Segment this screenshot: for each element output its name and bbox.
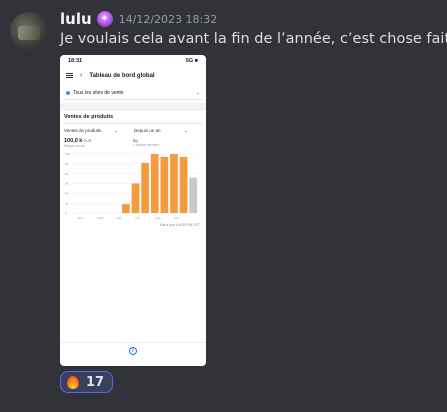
chart-x-tick: sept. bbox=[155, 216, 162, 220]
chevron-down-icon: ⌄ bbox=[184, 128, 188, 133]
chart-bar bbox=[189, 177, 198, 213]
username[interactable]: lulu bbox=[60, 10, 92, 28]
chart-x-tick: juil. bbox=[135, 216, 141, 220]
chart-x-tick: mars bbox=[97, 216, 104, 220]
phone-select-period-label: Depuis un an bbox=[134, 128, 161, 133]
chart-bar bbox=[131, 183, 140, 213]
hamburger-menu-icon bbox=[66, 73, 73, 78]
sales-bar-chart: 10k 9k 8k 6k 4k 2k 0 janv. mars mai juil. sept. nov. bbox=[64, 151, 202, 221]
phone-metric-secondary: kg L.année dernière bbox=[133, 138, 202, 148]
sales-bar-chart-svg: 10k 9k 8k 6k 4k 2k 0 janv. mars mai juil. sept. nov. bbox=[65, 152, 198, 220]
phone-metric2-sub: L.année dernière bbox=[133, 143, 160, 147]
chart-x-tick: nov. bbox=[174, 216, 180, 220]
phone-status-time: 18:31 bbox=[68, 58, 83, 64]
image-attachment[interactable]: 18:31 5G ■ ‹ Tableau de bord global Tous… bbox=[60, 55, 206, 366]
chart-y-tick: 6k bbox=[65, 182, 69, 186]
phone-updated-text: Mis à jour à 6:30 PM CET bbox=[159, 223, 200, 227]
chart-y-tick: 9k bbox=[65, 162, 69, 166]
chart-bar bbox=[150, 154, 159, 213]
phone-status-bar: 18:31 5G ■ bbox=[60, 55, 206, 67]
chart-x-tick: mai bbox=[116, 216, 121, 220]
phone-selects: Ventes de produits ⌄ Depuis un an ⌄ bbox=[64, 128, 202, 134]
chart-bar bbox=[179, 156, 188, 213]
message-text: Je voulais cela avant la fin de l’année,… bbox=[60, 31, 447, 47]
phone-sites-filter: Tous les sites de vente ⌄ bbox=[64, 87, 202, 100]
phone-section-title: Ventes de produits bbox=[64, 114, 202, 124]
chart-x-tick: janv. bbox=[77, 216, 84, 220]
back-arrow-icon: ‹ bbox=[80, 72, 83, 79]
chart-y-tick: 0 bbox=[65, 211, 67, 215]
chevron-down-icon: ⌄ bbox=[114, 128, 118, 133]
phone-divider bbox=[60, 103, 206, 111]
fire-icon bbox=[67, 375, 79, 389]
user-avatar[interactable] bbox=[10, 12, 48, 50]
phone-metric-unit: EUR bbox=[83, 139, 92, 143]
chart-y-tick: 10k bbox=[65, 152, 70, 156]
phone-status-signal: 5G ■ bbox=[185, 58, 198, 64]
phone-select-metric-label: Ventes de produits bbox=[64, 128, 102, 133]
crystal-ball-icon: ✦ bbox=[96, 11, 113, 27]
reaction-count: 17 bbox=[86, 374, 105, 390]
reaction-fire[interactable]: 17 bbox=[60, 371, 114, 393]
phone-metric-primary: 100,0 k EUR Depuis un an bbox=[64, 138, 133, 148]
phone-select-metric: Ventes de produits ⌄ bbox=[64, 128, 122, 134]
message-content: Je voulais cela avant la fin de l’année,… bbox=[60, 30, 447, 47]
chart-y-tick: 8k bbox=[65, 172, 69, 176]
info-icon: i bbox=[129, 346, 137, 355]
message-timestamp: 14/12/2023 18:32 bbox=[118, 12, 218, 26]
phone-metrics: 100,0 k EUR Depuis un an kg L.année dern… bbox=[64, 138, 202, 148]
chart-y-tick: 4k bbox=[65, 192, 69, 196]
chart-bar bbox=[170, 154, 178, 213]
chart-bar bbox=[141, 162, 149, 213]
chart-bar bbox=[160, 156, 169, 213]
chart-bar bbox=[122, 204, 130, 213]
phone-metric-sub: Depuis un an bbox=[64, 144, 85, 148]
message-header: lulu ✦ 14/12/2023 18:32 bbox=[60, 9, 217, 29]
chevron-down-icon: ⌄ bbox=[195, 90, 200, 96]
phone-sites-label: Tous les sites de vente bbox=[73, 90, 124, 96]
phone-app-bar: ‹ Tableau de bord global bbox=[60, 67, 206, 84]
phone-sales-section: Ventes de produits Ventes de produits ⌄ D… bbox=[60, 111, 206, 227]
chart-y-tick: 2k bbox=[65, 201, 69, 205]
phone-page-title: Tableau de bord global bbox=[89, 72, 155, 79]
phone-footer: i bbox=[60, 342, 206, 358]
phone-select-period: Depuis un an ⌄ bbox=[134, 128, 192, 134]
site-dot-icon bbox=[66, 91, 70, 95]
